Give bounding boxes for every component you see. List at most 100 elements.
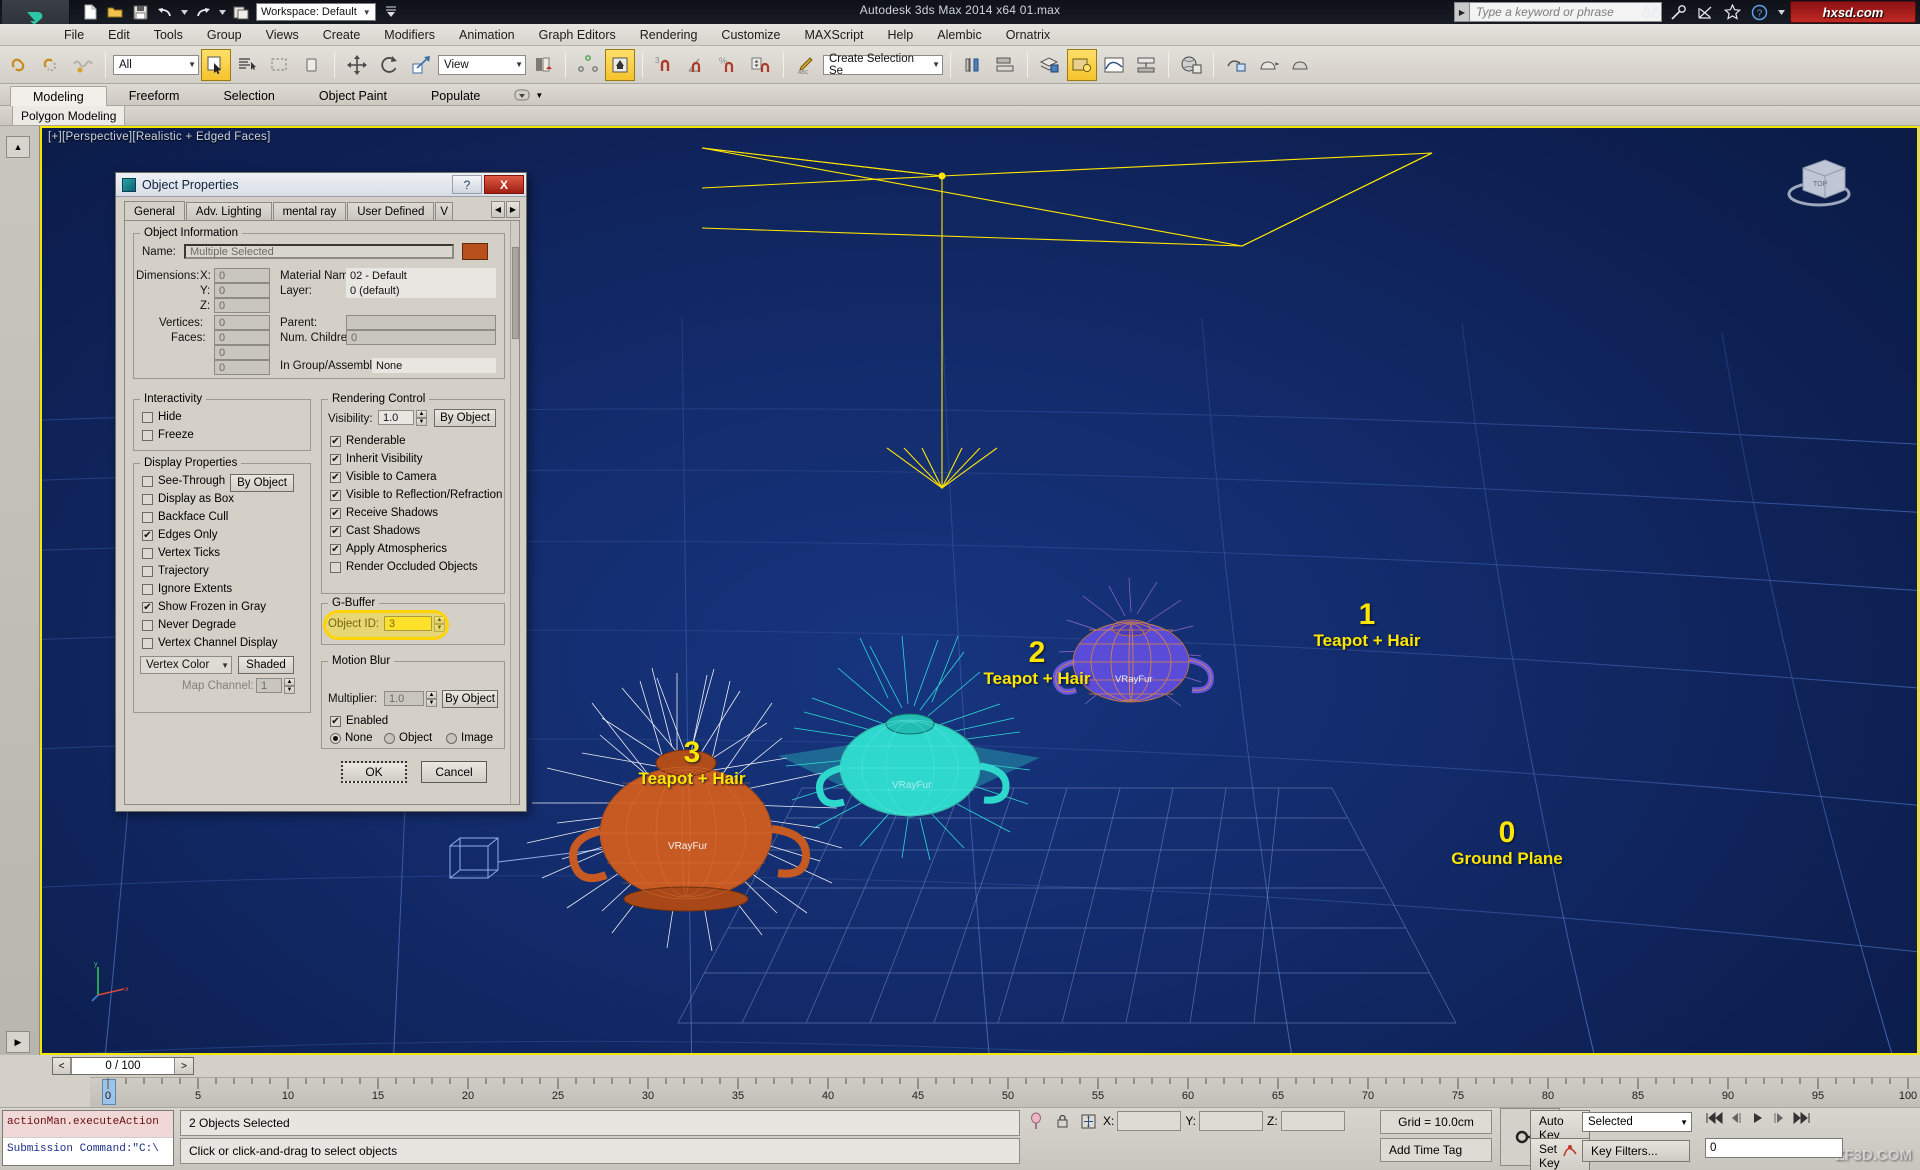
schematic-view-icon[interactable]	[1131, 49, 1161, 81]
vertex-color-select[interactable]: Vertex Color ▼	[140, 656, 232, 674]
object-color-swatch[interactable]	[462, 243, 488, 260]
project-folder-icon[interactable]	[231, 2, 251, 22]
render-frame-window-icon[interactable]	[1253, 49, 1283, 81]
object-id-spinner[interactable]: ▲ ▼	[434, 616, 445, 632]
absolute-relative-transform-icon[interactable]	[1077, 1110, 1099, 1132]
search-expand-icon[interactable]: ▶	[1454, 2, 1470, 22]
map-channel-spinner[interactable]: ▲ ▼	[284, 678, 295, 694]
checkbox-edges-only[interactable]: ✔ Edges Only	[142, 528, 217, 542]
time-ruler[interactable]: 0 5 10 15 20 25 30 35 40 45 50 55 60 65 …	[90, 1077, 1920, 1107]
open-file-icon[interactable]	[105, 2, 125, 22]
workspace-selector[interactable]: Workspace: Default ▼	[256, 3, 376, 21]
selection-lock-icon[interactable]	[1051, 1110, 1073, 1132]
rendering-by-object-button[interactable]: By Object	[434, 409, 496, 427]
spinner-down-icon[interactable]: ▼	[416, 418, 427, 426]
mirror-icon[interactable]	[958, 49, 988, 81]
spinner-up-icon[interactable]: ▲	[416, 410, 427, 418]
search-input[interactable]: Type a keyword or phrase	[1470, 2, 1662, 22]
menu-item-ornatrix[interactable]: Ornatrix	[994, 24, 1062, 46]
object-properties-dialog[interactable]: Object Properties ? X General Adv. Light…	[115, 172, 527, 812]
viewport-label[interactable]: [+][Perspective][Realistic + Edged Faces…	[48, 131, 271, 143]
dialog-help-button[interactable]: ?	[452, 175, 482, 194]
undo-dropdown-icon[interactable]	[180, 2, 188, 22]
menu-item-create[interactable]: Create	[311, 24, 373, 46]
star-icon[interactable]	[1723, 3, 1741, 21]
menu-item-modifiers[interactable]: Modifiers	[372, 24, 447, 46]
set-key-curve-icon[interactable]	[1562, 1140, 1578, 1158]
tab-object-paint[interactable]: Object Paint	[297, 86, 409, 106]
play-animation-icon[interactable]	[1749, 1110, 1767, 1126]
angle-snap-icon[interactable]	[682, 49, 712, 81]
select-and-link-icon[interactable]	[4, 49, 34, 81]
menu-item-tools[interactable]: Tools	[142, 24, 195, 46]
gutter-scroll-up-icon[interactable]: ▲	[6, 136, 30, 158]
maxscript-mini-listener[interactable]: actionMan.executeAction Submission Comma…	[2, 1110, 174, 1166]
ribbon-dropdown-icon[interactable]	[514, 88, 532, 102]
visibility-value[interactable]: 1.0	[378, 410, 414, 425]
checkbox-vertex-ticks[interactable]: Vertex Ticks	[142, 546, 220, 560]
checkbox-see-through[interactable]: See-Through	[142, 474, 225, 488]
spinner-up-icon[interactable]: ▲	[434, 616, 445, 624]
multiplier-spinner[interactable]: ▲ ▼	[426, 691, 437, 707]
tab-modeling[interactable]: Modeling	[10, 86, 107, 106]
tab-selection[interactable]: Selection	[201, 86, 296, 106]
menu-item-maxscript[interactable]: MAXScript	[792, 24, 875, 46]
spinner-up-icon[interactable]: ▲	[426, 691, 437, 699]
satellite-icon[interactable]	[1696, 3, 1714, 21]
layer-manager-icon[interactable]	[1035, 49, 1065, 81]
redo-dropdown-icon[interactable]	[218, 2, 226, 22]
checkbox-trajectory[interactable]: Trajectory	[142, 564, 209, 578]
scene-explorer-icon[interactable]	[1067, 48, 1097, 81]
gutter-scroll-down-icon[interactable]: ▶	[6, 1031, 30, 1053]
checkbox-visible-to-camera[interactable]: ✔ Visible to Camera	[330, 470, 437, 484]
object-id-field[interactable]: 3	[384, 616, 432, 631]
selection-filter-combo[interactable]: All ▼	[113, 54, 199, 75]
bind-to-spacewarp-icon[interactable]	[68, 49, 98, 81]
ribbon-overflow[interactable]: ▼	[514, 84, 543, 106]
coord-z-field[interactable]	[1280, 1111, 1345, 1131]
isolate-selection-icon[interactable]	[1025, 1110, 1047, 1132]
tab-freeform[interactable]: Freeform	[107, 86, 202, 106]
dialog-tab-user-defined[interactable]: User Defined	[347, 202, 435, 221]
polygon-modeling-panel-label[interactable]: Polygon Modeling	[12, 106, 126, 126]
viewcube-icon[interactable]: TOP	[1779, 146, 1859, 216]
select-and-scale-icon[interactable]	[406, 49, 436, 81]
help-circle-icon[interactable]: ?	[1750, 3, 1768, 21]
key-filters-button[interactable]: Key Filters...	[1582, 1140, 1690, 1162]
ok-button[interactable]: OK	[341, 761, 407, 783]
menu-item-animation[interactable]: Animation	[447, 24, 527, 46]
checkbox-hide[interactable]: Hide	[142, 410, 182, 424]
checkbox-renderable[interactable]: ✔ Renderable	[330, 434, 405, 448]
maxscript-input-line[interactable]: Submission Command:"C:\	[3, 1138, 173, 1165]
snap-3d-icon[interactable]: 3	[650, 49, 680, 81]
render-production-icon[interactable]	[1285, 49, 1315, 81]
spinner-down-icon[interactable]: ▼	[426, 699, 437, 707]
menu-item-rendering[interactable]: Rendering	[628, 24, 710, 46]
edit-named-selection-sets-icon[interactable]: ABC	[791, 49, 821, 81]
checkbox-never-degrade[interactable]: Never Degrade	[142, 618, 236, 632]
radio-motion-blur-image[interactable]: Image	[446, 732, 493, 744]
spinner-down-icon[interactable]: ▼	[284, 686, 295, 694]
dialog-scrollbar[interactable]	[510, 221, 519, 804]
binoculars-icon[interactable]	[1642, 3, 1660, 21]
align-icon[interactable]	[990, 49, 1020, 81]
current-frame-spinner-field[interactable]: 0	[1705, 1138, 1843, 1158]
curve-editor-icon[interactable]	[1099, 49, 1129, 81]
rectangular-selection-region-icon[interactable]	[265, 49, 295, 81]
add-time-tag-button[interactable]: Add Time Tag	[1380, 1138, 1492, 1162]
checkbox-show-frozen-in-gray[interactable]: ✔ Show Frozen in Gray	[142, 600, 266, 614]
visibility-spinner[interactable]: ▲ ▼	[416, 410, 427, 426]
menu-item-views[interactable]: Views	[254, 24, 311, 46]
cancel-button[interactable]: Cancel	[421, 761, 487, 783]
select-by-name-icon[interactable]	[233, 49, 263, 81]
dialog-tab-mental-ray[interactable]: mental ray	[272, 202, 347, 221]
tab-populate[interactable]: Populate	[409, 86, 502, 106]
key-mode-combo[interactable]: Selected ▼	[1582, 1112, 1692, 1132]
select-and-rotate-icon[interactable]	[374, 49, 404, 81]
name-field[interactable]: Multiple Selected	[184, 244, 454, 259]
checkbox-cast-shadows[interactable]: ✔ Cast Shadows	[330, 524, 420, 538]
maxscript-output-line[interactable]: actionMan.executeAction	[3, 1111, 173, 1138]
shaded-button[interactable]: Shaded	[238, 656, 294, 674]
prev-frame-button[interactable]: <	[53, 1058, 71, 1074]
set-key-button[interactable]: Set Key	[1530, 1138, 1590, 1170]
